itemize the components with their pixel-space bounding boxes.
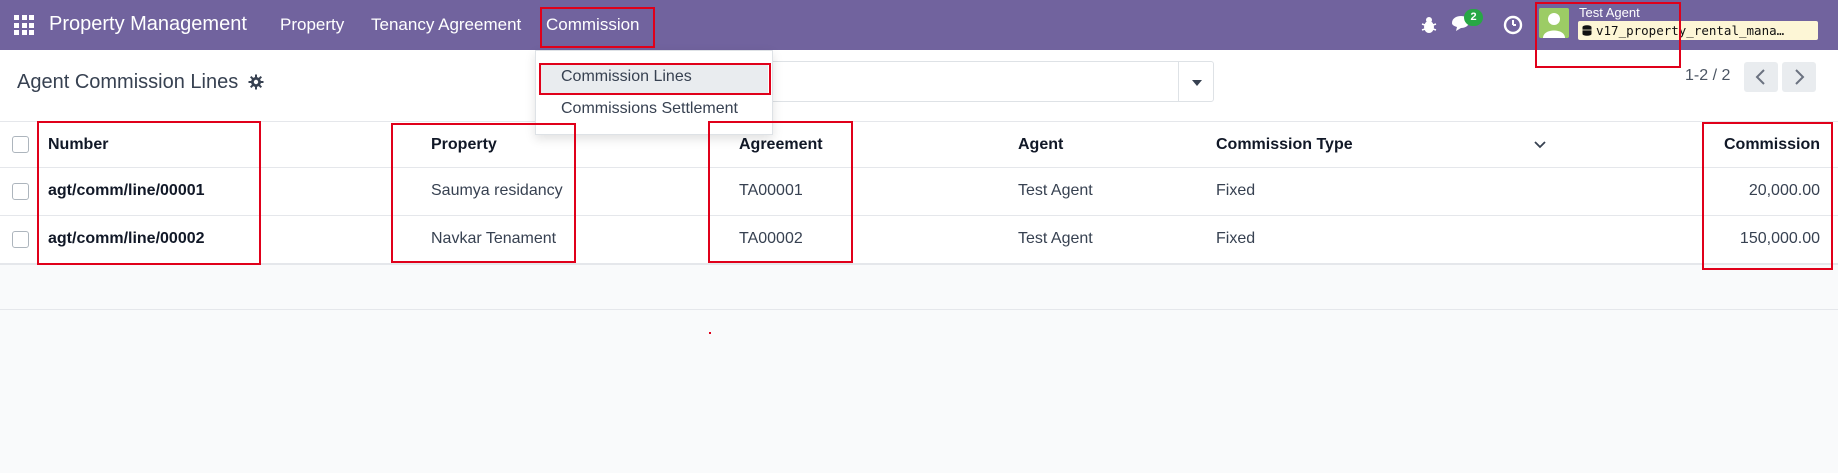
column-header-commission[interactable]: Commission xyxy=(1724,136,1820,154)
debug-bug-icon[interactable] xyxy=(1418,14,1440,36)
menu-property[interactable]: Property xyxy=(280,15,344,35)
menu-item-commissions-settlement[interactable]: Commissions Settlement xyxy=(561,100,738,118)
cell-agreement: TA00001 xyxy=(739,182,803,199)
column-header-agreement[interactable]: Agreement xyxy=(739,136,823,154)
pager-previous-button[interactable] xyxy=(1744,62,1778,92)
cell-commission-type: Fixed xyxy=(1216,182,1256,199)
menu-item-commission-lines[interactable]: Commission Lines xyxy=(561,68,692,86)
user-name[interactable]: Test Agent xyxy=(1579,5,1640,20)
cell-property: Navkar Tenament xyxy=(431,230,557,247)
cell-commission: 150,000.00 xyxy=(1739,230,1820,247)
row-checkbox[interactable] xyxy=(12,231,29,248)
database-name: v17_property_rental_mana… xyxy=(1596,23,1785,38)
page-title: Agent Commission Lines xyxy=(17,71,239,93)
column-header-number[interactable]: Number xyxy=(48,136,108,154)
commission-dropdown-menu: Commission Lines Commissions Settlement xyxy=(535,50,773,135)
chevron-right-icon xyxy=(1795,69,1805,85)
menu-commission[interactable]: Commission xyxy=(546,15,640,35)
activity-clock-icon[interactable] xyxy=(1502,14,1524,36)
search-input[interactable] xyxy=(770,61,1214,102)
apps-menu-icon[interactable] xyxy=(14,15,34,35)
gear-icon[interactable] xyxy=(248,74,264,90)
table-header: Number Property Agreement Agent Commissi… xyxy=(0,122,1838,168)
optional-columns-chevron-icon[interactable] xyxy=(1532,138,1548,152)
messages-count-badge: 2 xyxy=(1464,9,1483,26)
pager-value[interactable]: 1-2 / 2 xyxy=(1685,67,1730,85)
column-header-commission-type[interactable]: Commission Type xyxy=(1216,136,1353,154)
cell-number: agt/comm/line/00002 xyxy=(48,230,205,247)
cell-property: Saumya residancy xyxy=(431,182,563,199)
table-row[interactable]: agt/comm/line/00001 Saumya residancy TA0… xyxy=(0,168,1838,216)
app-brand[interactable]: Property Management xyxy=(49,13,247,36)
chevron-left-icon xyxy=(1755,69,1765,85)
search-options-toggle[interactable] xyxy=(1178,61,1214,102)
cell-agreement: TA00002 xyxy=(739,230,803,247)
cell-number: agt/comm/line/00001 xyxy=(48,182,205,199)
database-name-chip: v17_property_rental_mana… xyxy=(1578,21,1818,40)
table-row[interactable]: agt/comm/line/00002 Navkar Tenament TA00… xyxy=(0,216,1838,264)
menu-tenancy-agreement[interactable]: Tenancy Agreement xyxy=(371,15,521,35)
empty-table-row xyxy=(0,264,1838,310)
cell-agent: Test Agent xyxy=(1018,230,1093,247)
database-icon xyxy=(1582,25,1592,36)
column-header-property[interactable]: Property xyxy=(431,136,497,154)
cell-commission-type: Fixed xyxy=(1216,230,1256,247)
row-checkbox[interactable] xyxy=(12,183,29,200)
column-header-agent[interactable]: Agent xyxy=(1018,136,1063,154)
cell-agent: Test Agent xyxy=(1018,182,1093,199)
user-avatar[interactable] xyxy=(1539,8,1569,38)
caret-down-icon xyxy=(1192,80,1202,86)
annotation-dot xyxy=(709,332,711,334)
select-all-checkbox[interactable] xyxy=(12,136,29,153)
cell-commission: 20,000.00 xyxy=(1748,182,1820,199)
pager-next-button[interactable] xyxy=(1782,62,1816,92)
top-navbar: Property Management Property Tenancy Agr… xyxy=(0,0,1838,50)
